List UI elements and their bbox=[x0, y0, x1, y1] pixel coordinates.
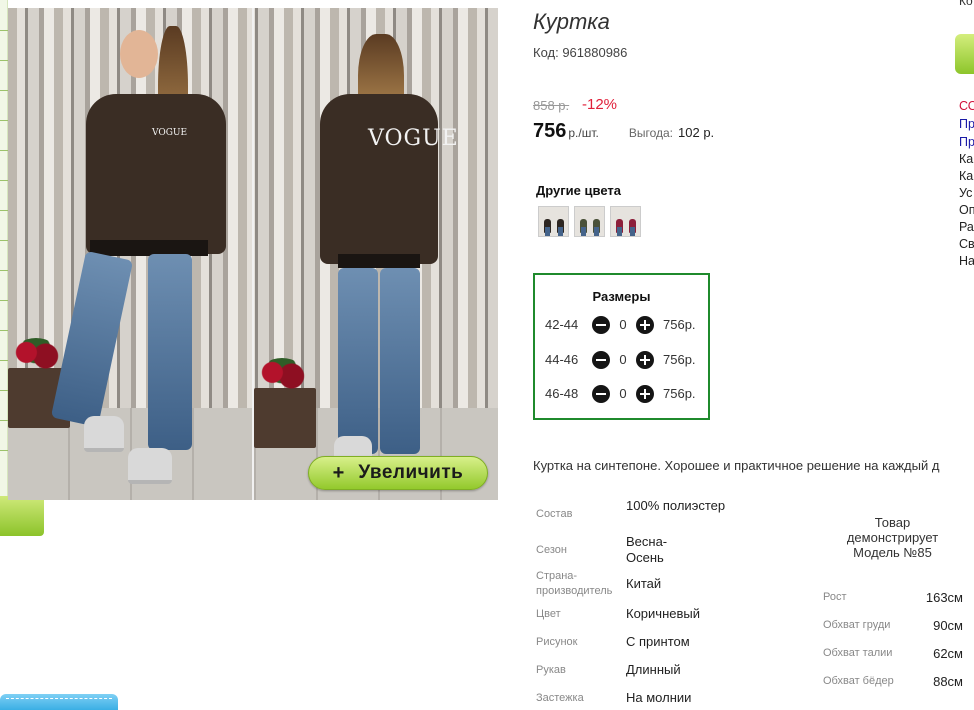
right-column-link[interactable]: Ка bbox=[959, 152, 973, 166]
zoom-button-label: Увеличить bbox=[358, 462, 464, 483]
spec-label: Цвет bbox=[536, 608, 561, 620]
right-column-link[interactable]: Оп bbox=[959, 203, 974, 217]
discount-badge: -12% bbox=[582, 96, 618, 113]
spec-label: Рукав bbox=[536, 664, 566, 676]
price-value: 756 bbox=[533, 120, 567, 142]
spec-value: С принтом bbox=[626, 634, 690, 649]
measurement-label: Рост bbox=[823, 591, 847, 603]
product-title: Куртка bbox=[533, 9, 610, 34]
size-label: 42-44 bbox=[545, 317, 579, 332]
price-row: 756 р./шт. Выгода: 102 р. bbox=[533, 120, 714, 143]
spec-value: Длинный bbox=[626, 662, 681, 677]
right-column-link[interactable]: Ка bbox=[959, 169, 973, 183]
benefit-label: Выгода: bbox=[628, 126, 674, 140]
spec-label: Рисунок bbox=[536, 636, 578, 648]
right-column-link[interactable]: Св bbox=[959, 237, 974, 251]
jacket-print-back: VOGUE bbox=[368, 126, 459, 151]
right-green-button[interactable] bbox=[955, 34, 974, 74]
spec-value: На молнии bbox=[626, 690, 692, 705]
sizes-title: Размеры bbox=[592, 289, 651, 304]
size-label: 44-46 bbox=[545, 352, 579, 367]
size-quantity[interactable]: 0 bbox=[615, 317, 631, 332]
old-price: 858 р. bbox=[533, 98, 570, 113]
measurement-value: 90см bbox=[933, 618, 963, 633]
spec-value: Весна-Осень bbox=[626, 534, 668, 565]
right-column-link[interactable]: Пр bbox=[959, 135, 974, 149]
plus-icon: + bbox=[332, 462, 345, 484]
plus-icon[interactable] bbox=[636, 351, 654, 369]
size-price: 756р. bbox=[663, 386, 696, 401]
minus-icon[interactable] bbox=[592, 385, 610, 403]
other-colors-title: Другие цвета bbox=[536, 183, 621, 198]
jacket-print-front: VOGUE bbox=[152, 128, 188, 138]
product-code: Код: 961880986 bbox=[533, 45, 628, 60]
spec-label: Состав bbox=[536, 508, 573, 520]
right-column-link[interactable]: Ус bbox=[959, 186, 972, 200]
measurement-label: Обхват бёдер bbox=[823, 675, 894, 687]
size-row: 42-44 0 756р. bbox=[535, 315, 708, 335]
left-green-button[interactable] bbox=[0, 496, 44, 536]
product-description: Куртка на синтепоне. Хорошее и практично… bbox=[533, 458, 940, 473]
product-photo[interactable]: VOGUE VOGUE bbox=[8, 8, 498, 500]
plus-icon[interactable] bbox=[636, 385, 654, 403]
measurement-label: Обхват груди bbox=[823, 619, 891, 631]
flower-pot bbox=[254, 358, 316, 448]
left-sidebar-strip bbox=[0, 0, 8, 500]
color-swatch-dark[interactable] bbox=[538, 206, 569, 237]
photo-divider bbox=[252, 8, 254, 500]
spec-value: Китай bbox=[626, 576, 662, 591]
size-row: 46-48 0 756р. bbox=[535, 384, 708, 404]
color-swatch-green[interactable] bbox=[574, 206, 605, 237]
right-column-link[interactable]: На bbox=[959, 254, 974, 268]
right-column-header: Ко bbox=[959, 0, 973, 8]
size-label: 46-48 bbox=[545, 386, 579, 401]
spec-label: Страна-производитель bbox=[536, 570, 613, 597]
measurement-row: Обхват бёдер 88см bbox=[823, 674, 968, 690]
plus-icon[interactable] bbox=[636, 316, 654, 334]
measurement-value: 88см bbox=[933, 674, 963, 689]
spec-value: 100% полиэстер bbox=[626, 498, 726, 513]
size-price: 756р. bbox=[663, 317, 696, 332]
measurement-row: Обхват груди 90см bbox=[823, 618, 968, 634]
right-column-link[interactable]: Пр bbox=[959, 117, 974, 131]
measurement-label: Обхват талии bbox=[823, 647, 893, 659]
right-column-link[interactable]: Ра bbox=[959, 220, 974, 234]
color-swatch-burgundy[interactable] bbox=[610, 206, 641, 237]
benefit-value: 102 р. bbox=[678, 125, 715, 140]
size-quantity[interactable]: 0 bbox=[615, 352, 631, 367]
zoom-button[interactable]: + Увеличить bbox=[308, 456, 488, 490]
measurement-row: Обхват талии 62см bbox=[823, 646, 968, 662]
measurement-value: 163см bbox=[925, 590, 963, 605]
measurement-row: Рост 163см bbox=[823, 590, 968, 606]
size-quantity[interactable]: 0 bbox=[615, 386, 631, 401]
minus-icon[interactable] bbox=[592, 316, 610, 334]
sizes-panel: Размеры 42-44 0 756р. 44-46 0 756р. 46-4… bbox=[533, 273, 710, 420]
right-column-link[interactable]: СО bbox=[959, 99, 974, 113]
size-row: 44-46 0 756р. bbox=[535, 350, 708, 370]
price-unit: р./шт. bbox=[568, 126, 599, 140]
measurement-value: 62см bbox=[933, 646, 963, 661]
spec-label: Застежка bbox=[536, 692, 584, 704]
left-blue-tab[interactable] bbox=[0, 694, 118, 710]
size-price: 756р. bbox=[663, 352, 696, 367]
spec-label: Сезон bbox=[536, 544, 567, 556]
minus-icon[interactable] bbox=[592, 351, 610, 369]
spec-value: Коричневый bbox=[626, 606, 700, 621]
model-caption: Товар демонстрирует Модель №85 bbox=[846, 515, 939, 560]
